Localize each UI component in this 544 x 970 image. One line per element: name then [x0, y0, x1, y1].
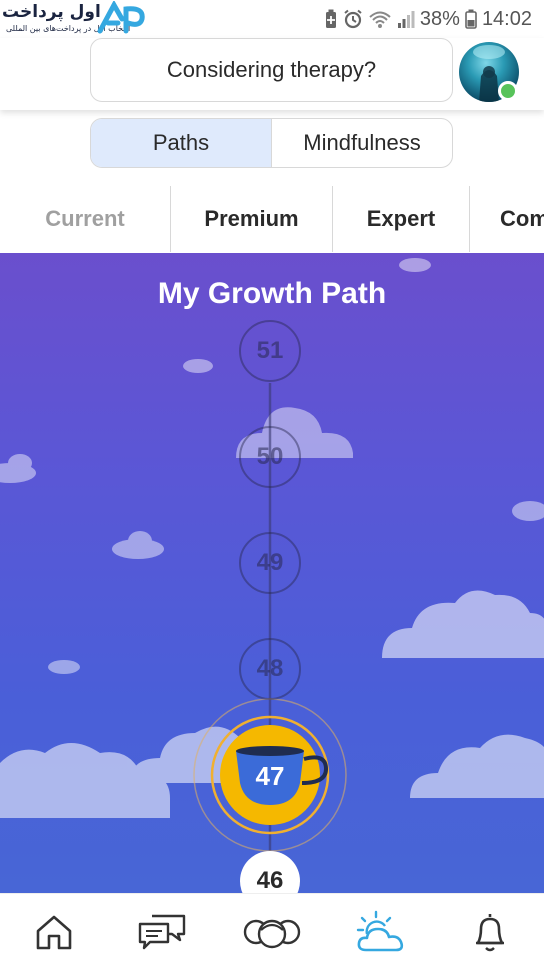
level-node[interactable]: 50 [239, 426, 301, 488]
tab-mindfulness[interactable]: Mindfulness [272, 119, 452, 167]
online-status-dot [498, 81, 518, 101]
alarm-icon [344, 9, 362, 29]
tab-partial[interactable]: Com [470, 186, 544, 252]
tab-current[interactable]: Current [0, 186, 171, 252]
nav-home[interactable] [19, 902, 89, 962]
bell-icon [475, 914, 504, 952]
tab-premium[interactable]: Premium [171, 186, 333, 252]
wifi-icon [369, 11, 391, 28]
nav-chat[interactable] [128, 902, 198, 962]
app-screen: اول پرداخت انتخاب اول در پرداخت‌های بین … [0, 0, 544, 970]
current-level-number[interactable]: 47 [240, 761, 300, 792]
bottom-nav [0, 893, 544, 970]
chat-icon [138, 914, 186, 950]
nav-notifications[interactable] [455, 902, 525, 962]
category-tabs: Current Premium Expert Com [0, 186, 544, 252]
brand-text: اول پرداخت [2, 2, 101, 22]
community-icon [243, 919, 301, 949]
brand-logo: اول پرداخت انتخاب اول در پرداخت‌های بین … [0, 0, 152, 38]
clock-time: 14:02 [481, 7, 532, 30]
system-tray: 38% 14:02 [324, 6, 532, 32]
level-node[interactable]: 49 [239, 532, 301, 594]
battery-icon [465, 9, 477, 29]
home-icon [37, 915, 72, 950]
nav-weather[interactable] [346, 902, 416, 962]
battery-percent: 38% [419, 7, 460, 30]
growth-path-title: My Growth Path [157, 277, 387, 310]
level-node[interactable]: 48 [239, 638, 301, 700]
battery-saver-icon [325, 9, 336, 28]
considering-therapy-button[interactable]: Considering therapy? [90, 38, 453, 102]
tab-expert[interactable]: Expert [333, 186, 470, 252]
status-bar: اول پرداخت انتخاب اول در پرداخت‌های بین … [0, 0, 544, 38]
weather-icon [356, 910, 403, 952]
brand-mark-icon [97, 1, 145, 34]
nav-community[interactable] [237, 902, 307, 962]
header-bar: Considering therapy? [0, 38, 544, 110]
level-node[interactable]: 51 [239, 320, 301, 382]
signal-icon [397, 11, 415, 28]
growth-path-scene: My Growth Path 51 50 49 48 47 46 [0, 253, 544, 893]
tab-paths[interactable]: Paths [91, 119, 272, 167]
view-switcher: Paths Mindfulness [90, 118, 453, 168]
